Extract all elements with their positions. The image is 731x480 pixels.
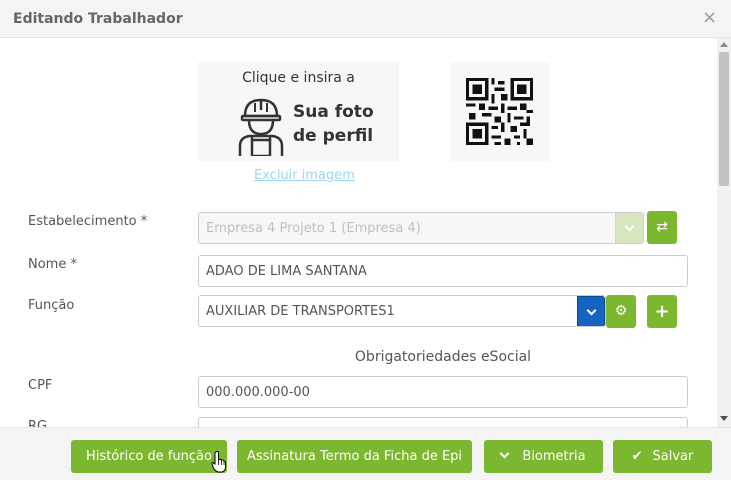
close-icon[interactable]: × (702, 9, 717, 27)
assinatura-termo-button[interactable]: Assinatura Termo da Ficha de Epi (237, 440, 472, 473)
chevron-down-icon (624, 221, 635, 232)
vertical-scrollbar[interactable] (717, 38, 731, 427)
esocial-section-title: Obrigatoriedades eSocial (354, 349, 532, 365)
swap-icon: ⇄ (656, 219, 668, 235)
chevron-down-icon (586, 305, 597, 316)
dialog-footer: Histórico de função Assinatura Termo da … (0, 427, 731, 480)
add-funcao-button[interactable]: + (647, 295, 677, 328)
photo-prompt: Clique e insira a (242, 70, 355, 86)
rg-input[interactable] (198, 417, 688, 427)
photo-main-line2: de perfil (293, 126, 374, 146)
rg-label: RG (28, 419, 48, 427)
save-button[interactable]: ✔ Salvar (613, 440, 712, 473)
scroll-down-arrow-icon[interactable] (720, 416, 728, 421)
worker-helmet-icon (238, 98, 284, 156)
funcao-select[interactable]: AUXILIAR DE TRANSPORTES1 (198, 295, 606, 327)
gear-icon: ⚙ (614, 303, 628, 319)
cpf-value: 000.000.000-00 (206, 385, 310, 400)
qr-code-icon (466, 78, 533, 145)
funcao-label: Função (28, 298, 75, 313)
nome-value: ADAO DE LIMA SANTANA (206, 264, 367, 279)
historico-funcao-button[interactable]: Histórico de função (71, 440, 227, 473)
estabelecimento-value: Empresa 4 Projeto 1 (Empresa 4) (206, 221, 421, 236)
edit-worker-dialog: Editando Trabalhador × Clique e insira a… (0, 0, 731, 480)
dialog-body: Clique e insira a Sua foto de perfil Exc… (0, 38, 731, 427)
plus-icon: + (654, 301, 670, 322)
profile-photo-upload[interactable]: Clique e insira a Sua foto de perfil (198, 62, 399, 161)
cpf-label: CPF (28, 378, 53, 393)
estabelecimento-select: Empresa 4 Projeto 1 (Empresa 4) (198, 212, 644, 244)
swap-button[interactable]: ⇄ (647, 211, 677, 244)
scrollbar-thumb[interactable] (719, 52, 729, 186)
nome-input[interactable]: ADAO DE LIMA SANTANA (198, 255, 688, 287)
save-label: Salvar (652, 449, 694, 464)
dialog-header: Editando Trabalhador × (0, 0, 731, 38)
dialog-title: Editando Trabalhador (13, 11, 183, 27)
scroll-up-arrow-icon[interactable] (720, 42, 728, 47)
nome-label: Nome * (28, 257, 77, 272)
remove-image-link[interactable]: Excluir imagem (254, 168, 355, 183)
funcao-dropdown-button[interactable] (577, 296, 605, 326)
estabelecimento-dropdown (615, 213, 643, 243)
funcao-settings-button[interactable]: ⚙ (606, 295, 636, 328)
estabelecimento-label: Estabelecimento * (28, 214, 148, 229)
biometria-button[interactable]: Biometria (484, 440, 603, 473)
biometria-label: Biometria (522, 449, 586, 464)
qr-code-box (450, 62, 550, 161)
photo-main-text: Sua foto de perfil (293, 100, 393, 148)
photo-main-line1: Sua foto (293, 102, 374, 122)
check-icon: ✔ (631, 449, 643, 464)
hand-cursor-icon (211, 451, 226, 473)
cpf-input[interactable]: 000.000.000-00 (198, 376, 688, 408)
chevron-down-icon (499, 448, 510, 459)
funcao-value: AUXILIAR DE TRANSPORTES1 (206, 304, 395, 319)
